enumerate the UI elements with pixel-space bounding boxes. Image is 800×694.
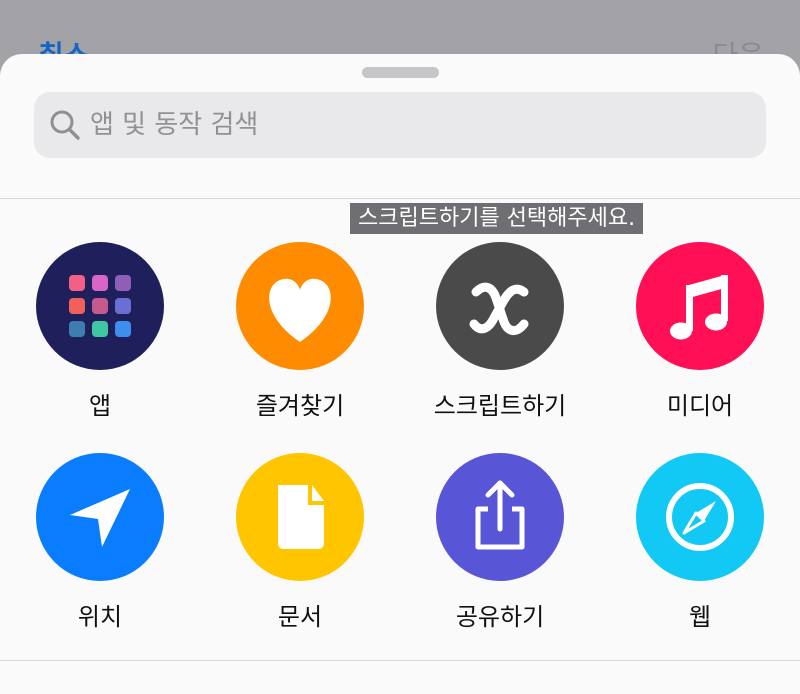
share-icon bbox=[475, 480, 525, 550]
compass-icon bbox=[666, 483, 734, 551]
category-apps[interactable]: 앱 bbox=[0, 242, 200, 421]
app-grid-tile bbox=[115, 321, 131, 337]
app-grid-tile bbox=[69, 275, 85, 291]
script-x-icon bbox=[469, 282, 529, 335]
search-input[interactable] bbox=[86, 92, 750, 158]
category-documents-circle[interactable] bbox=[236, 453, 364, 581]
category-label: 웹 bbox=[688, 603, 712, 631]
app-grid-tile bbox=[115, 275, 131, 291]
category-favorites-circle[interactable] bbox=[236, 242, 364, 370]
document-icon bbox=[278, 485, 324, 549]
app-grid-tile bbox=[92, 298, 108, 314]
category-label: 앱 bbox=[88, 392, 112, 420]
search-bar[interactable] bbox=[34, 92, 766, 158]
category-label: 문서 bbox=[277, 603, 323, 631]
category-apps-circle[interactable] bbox=[36, 242, 164, 370]
category-location-circle[interactable] bbox=[36, 453, 164, 581]
bottom-divider bbox=[0, 660, 800, 661]
category-documents[interactable]: 문서 bbox=[200, 453, 400, 632]
category-sharing-circle[interactable] bbox=[436, 453, 564, 581]
location-arrow-icon bbox=[70, 489, 130, 547]
category-web-circle[interactable] bbox=[636, 453, 764, 581]
category-label: 즐겨찾기 bbox=[255, 392, 345, 420]
category-web[interactable]: 웹 bbox=[600, 453, 800, 632]
category-scripting-circle[interactable] bbox=[436, 242, 564, 370]
app-grid-icon bbox=[69, 275, 131, 337]
category-label: 스크립트하기 bbox=[433, 392, 567, 420]
instruction-tooltip: 스크립트하기를 선택해주세요. bbox=[350, 203, 644, 234]
heart-icon bbox=[269, 278, 331, 342]
music-note-icon bbox=[670, 275, 728, 340]
category-favorites[interactable]: 즐겨찾기 bbox=[200, 242, 400, 421]
search-divider bbox=[0, 198, 800, 199]
category-label: 위치 bbox=[77, 603, 123, 631]
app-grid-tile bbox=[92, 275, 108, 291]
sheet-grabber[interactable] bbox=[362, 67, 439, 78]
search-icon bbox=[50, 110, 80, 140]
category-scripting[interactable]: 스크립트하기 bbox=[400, 242, 600, 421]
app-grid-tile bbox=[69, 298, 85, 314]
category-label: 공유하기 bbox=[455, 603, 545, 631]
category-location[interactable]: 위치 bbox=[0, 453, 200, 632]
category-label: 미디어 bbox=[666, 392, 734, 420]
app-grid-tile bbox=[115, 298, 131, 314]
app-grid-tile bbox=[92, 321, 108, 337]
category-media-circle[interactable] bbox=[636, 242, 764, 370]
category-sharing[interactable]: 공유하기 bbox=[400, 453, 600, 632]
app-grid-tile bbox=[69, 321, 85, 337]
action-picker-sheet: 스크립트하기를 선택해주세요. 앱 즐겨찾기 bbox=[0, 54, 800, 694]
category-media[interactable]: 미디어 bbox=[600, 242, 800, 421]
